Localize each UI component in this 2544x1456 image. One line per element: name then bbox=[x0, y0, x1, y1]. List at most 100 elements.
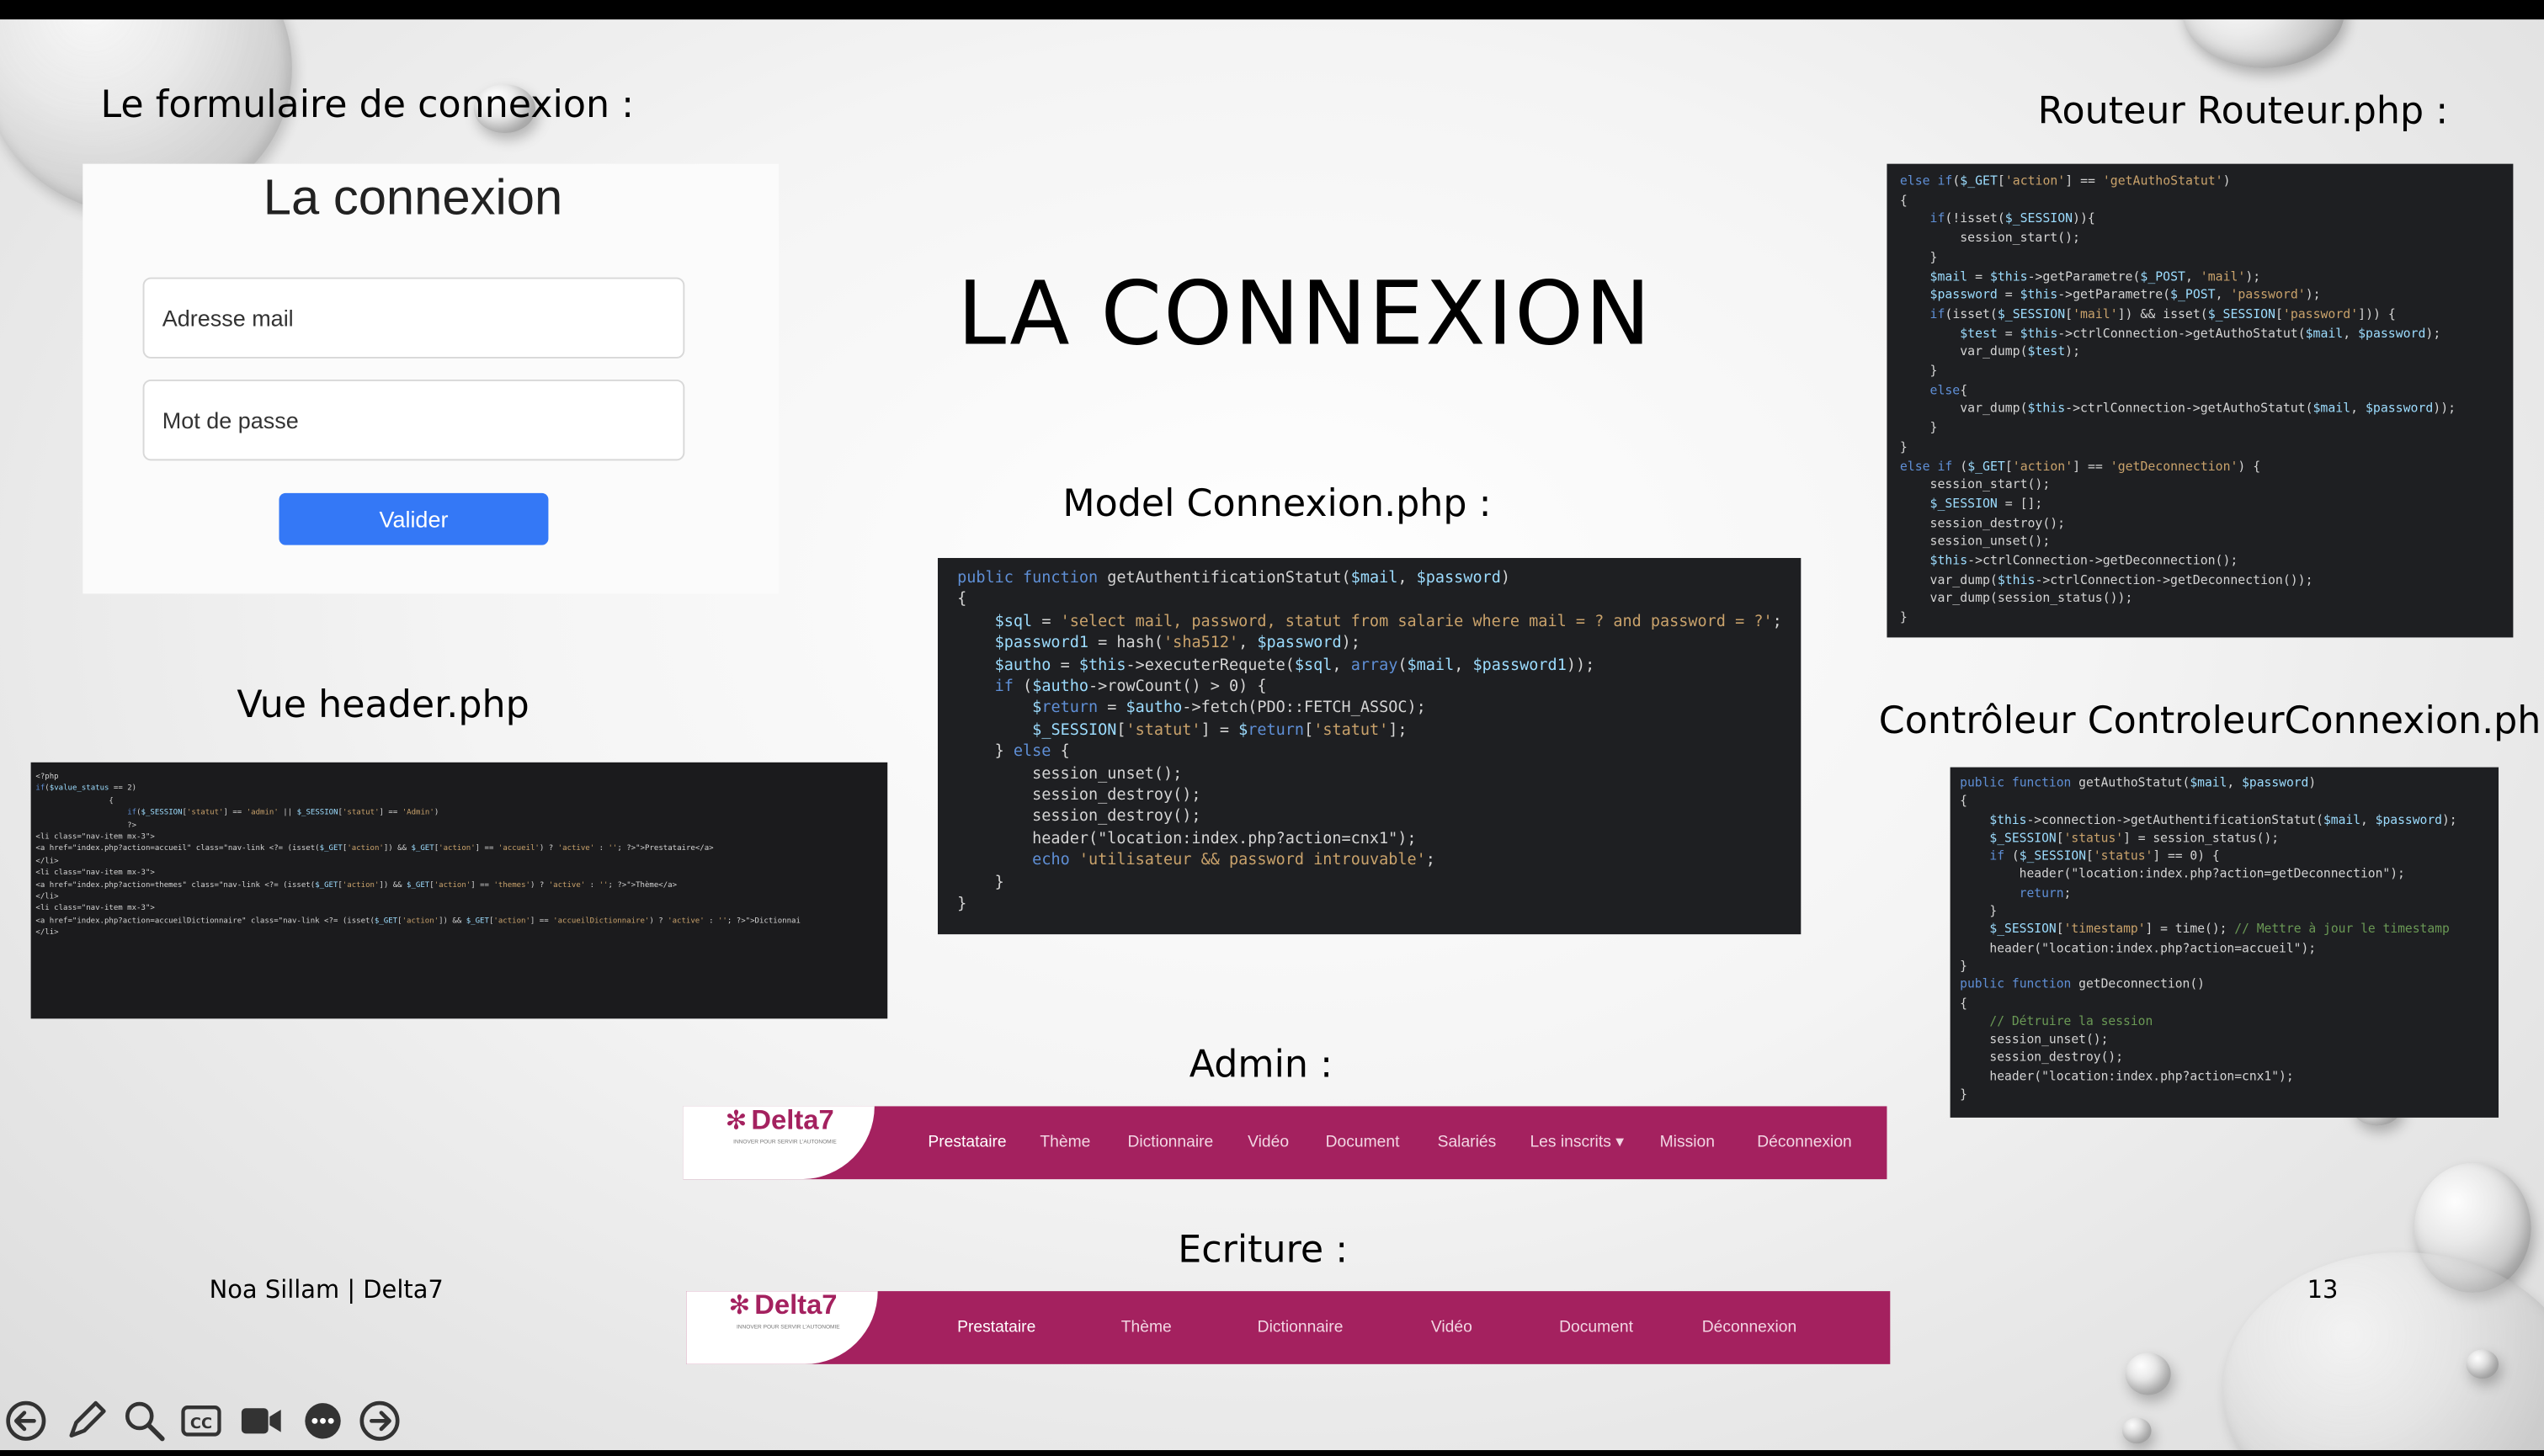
router-code-line: if(!isset($_SESSION)){ bbox=[1929, 211, 2095, 226]
router-code-line: $mail = $this->getParametre($_POST, 'mai… bbox=[1929, 268, 2261, 284]
email-placeholder: Adresse mail bbox=[162, 305, 294, 332]
router-code-line: } bbox=[1899, 420, 1938, 435]
router-code-line: session_destroy(); bbox=[1899, 515, 2066, 530]
nav-les-inscrits-dropdown[interactable]: Les inscrits ▾ bbox=[1530, 1134, 1623, 1151]
caption-login-form: Le formulaire de connexion : bbox=[100, 84, 635, 127]
router-code-line: } bbox=[1899, 249, 1938, 264]
forward-icon[interactable] bbox=[359, 1400, 401, 1442]
model-code-line: public function getAuthentificationStatu… bbox=[957, 569, 1510, 587]
nav-video[interactable]: Vidéo bbox=[1248, 1134, 1289, 1151]
view-code-line: if($value_status == 2) bbox=[35, 785, 137, 794]
view-code-line: <li class="nav-item mx-3"> bbox=[35, 906, 155, 914]
nav-salaries[interactable]: Salariés bbox=[1438, 1134, 1497, 1151]
model-code-line: session_destroy(); bbox=[957, 808, 1201, 826]
controller-code-line: } bbox=[1960, 958, 1967, 974]
view-code-line: <a href="index.php?action=accueil" class… bbox=[35, 845, 714, 854]
nav-dictionnaire[interactable]: Dictionnaire bbox=[1258, 1319, 1344, 1336]
nav-dictionnaire[interactable]: Dictionnaire bbox=[1127, 1134, 1213, 1151]
model-code-line: $return = $autho->fetch(PDO::FETCH_ASSOC… bbox=[1032, 699, 1426, 718]
view-code-line: ?> bbox=[35, 821, 137, 831]
model-code-line: session_destroy(); bbox=[957, 786, 1201, 805]
router-code-line: var_dump($this->ctrlConnection->getDecon… bbox=[1899, 571, 2313, 587]
delta7-star-icon: ✻ bbox=[728, 1293, 751, 1320]
controller-code-line: session_unset(); bbox=[1960, 1032, 2109, 1047]
controller-code-line: { bbox=[1960, 995, 1967, 1010]
view-code-line: if($_SESSION['statut'] == 'admin' || $_S… bbox=[127, 810, 439, 818]
slide: LA CONNEXION Le formulaire de connexion … bbox=[0, 19, 2544, 1451]
controller-code-block: public function getAuthoStatut($mail, $p… bbox=[1950, 767, 2499, 1118]
page-number: 13 bbox=[2307, 1274, 2339, 1305]
water-drop bbox=[2222, 1251, 2544, 1451]
svg-text:CC: CC bbox=[190, 1415, 212, 1432]
logo-text: Delta7 bbox=[751, 1106, 834, 1136]
router-code-line: session_start(); bbox=[1899, 477, 2051, 492]
pen-icon[interactable] bbox=[65, 1400, 107, 1442]
model-code-line: } bbox=[957, 895, 967, 914]
video-icon[interactable] bbox=[240, 1400, 282, 1442]
water-drop bbox=[2125, 1352, 2171, 1395]
router-code-line: { bbox=[1899, 192, 1908, 208]
delta7-logo: ✻ Delta7 INNOVER POUR SERVIR L'AUTONOMIE bbox=[683, 1106, 875, 1180]
password-placeholder: Mot de passe bbox=[162, 407, 299, 433]
back-icon[interactable] bbox=[5, 1400, 47, 1442]
controller-code-line: $_SESSION['timestamp'] = time(); // Mett… bbox=[1989, 922, 2450, 937]
router-code-line: $test = $this->ctrlConnection->getAuthoS… bbox=[1960, 325, 2441, 341]
controller-code-line: header("location:index.php?action=cnx1")… bbox=[1960, 1068, 2294, 1083]
nav-document[interactable]: Document bbox=[1326, 1134, 1400, 1151]
model-code-line: $sql = 'select mail, password, statut fr… bbox=[994, 613, 1782, 631]
water-drop bbox=[2182, 19, 2344, 68]
water-drop bbox=[2121, 1417, 2152, 1444]
nav-document[interactable]: Document bbox=[1559, 1319, 1633, 1336]
logo-text: Delta7 bbox=[754, 1291, 838, 1320]
router-code-line: else if($_GET['action'] == 'getAuthoStat… bbox=[1899, 173, 2231, 189]
model-code-line: echo 'utilisateur && password introuvabl… bbox=[1032, 852, 1435, 870]
router-code-block: else if($_GET['action'] == 'getAuthoStat… bbox=[1887, 163, 2514, 638]
controller-code-line: $this->connection->getAuthentificationSt… bbox=[1989, 811, 2457, 827]
model-code-block: public function getAuthentificationStatu… bbox=[937, 557, 1802, 935]
more-icon[interactable] bbox=[301, 1400, 343, 1442]
caption-router: Routeur Routeur.php : bbox=[2037, 90, 2449, 134]
controller-code-line: header("location:index.php?action=accuei… bbox=[1960, 940, 2317, 955]
controller-code-line: header("location:index.php?action=getDec… bbox=[1960, 867, 2405, 882]
view-code-line: <a href="index.php?action=themes" class=… bbox=[35, 881, 678, 890]
nav-theme[interactable]: Thème bbox=[1040, 1134, 1090, 1151]
controller-code-line: } bbox=[1960, 1087, 1967, 1102]
router-code-line: var_dump($this->ctrlConnection->getAutho… bbox=[1899, 401, 2456, 417]
model-code-line: header("location:index.php?action=cnx1")… bbox=[957, 830, 1417, 848]
view-code-line: </li> bbox=[35, 894, 59, 902]
zoom-icon[interactable] bbox=[123, 1400, 165, 1442]
controller-code-line: } bbox=[1960, 903, 1998, 919]
view-code-line: </li> bbox=[35, 858, 59, 866]
controller-code-line: public function getDeconnection() bbox=[1960, 976, 2205, 992]
submit-button[interactable]: Valider bbox=[279, 492, 549, 545]
email-field[interactable]: Adresse mail bbox=[142, 277, 685, 359]
model-code-line: $_SESSION['statut'] = $return['statut']; bbox=[1032, 721, 1408, 740]
router-code-line: $password = $this->getParametre($_POST, … bbox=[1929, 287, 2321, 302]
caption-model: Model Connexion.php : bbox=[1062, 483, 1492, 526]
router-code-line: } bbox=[1899, 363, 1938, 379]
controller-code-line: session_destroy(); bbox=[1960, 1049, 2124, 1065]
nav-deconnexion[interactable]: Déconnexion bbox=[1702, 1319, 1797, 1336]
model-code-line: } else { bbox=[957, 743, 1070, 762]
model-code-line: if ($autho->rowCount() > 0) { bbox=[994, 678, 1267, 696]
view-code-line: <a href="index.php?action=accueilDiction… bbox=[35, 917, 801, 927]
nav-prestataire[interactable]: Prestataire bbox=[928, 1134, 1006, 1151]
footer-author: Noa Sillam | Delta7 bbox=[209, 1274, 444, 1305]
nav-prestataire[interactable]: Prestataire bbox=[957, 1319, 1035, 1336]
router-code-line: if(isset($_SESSION['mail']) && isset($_S… bbox=[1929, 306, 2396, 321]
captions-icon[interactable]: CC bbox=[180, 1400, 222, 1442]
controller-code-line: return; bbox=[2019, 885, 2072, 901]
view-code-line: </li> bbox=[35, 929, 59, 938]
controller-code-line: $_SESSION['status'] = session_status(); bbox=[1989, 830, 2280, 845]
model-code-line: $autho = $this->executerRequete($sql, ar… bbox=[994, 656, 1595, 675]
nav-mission[interactable]: Mission bbox=[1660, 1134, 1715, 1151]
router-code-line: session_start(); bbox=[1899, 230, 2080, 246]
nav-deconnexion[interactable]: Déconnexion bbox=[1757, 1134, 1852, 1151]
login-heading: La connexion bbox=[263, 168, 563, 226]
nav-video[interactable]: Vidéo bbox=[1431, 1319, 1472, 1336]
delta7-star-icon: ✻ bbox=[725, 1108, 748, 1136]
slide-title: LA CONNEXION bbox=[957, 263, 1653, 365]
nav-theme[interactable]: Thème bbox=[1121, 1319, 1172, 1336]
logo-tagline: INNOVER POUR SERVIR L'AUTONOMIE bbox=[733, 1138, 837, 1145]
password-field[interactable]: Mot de passe bbox=[142, 379, 685, 461]
